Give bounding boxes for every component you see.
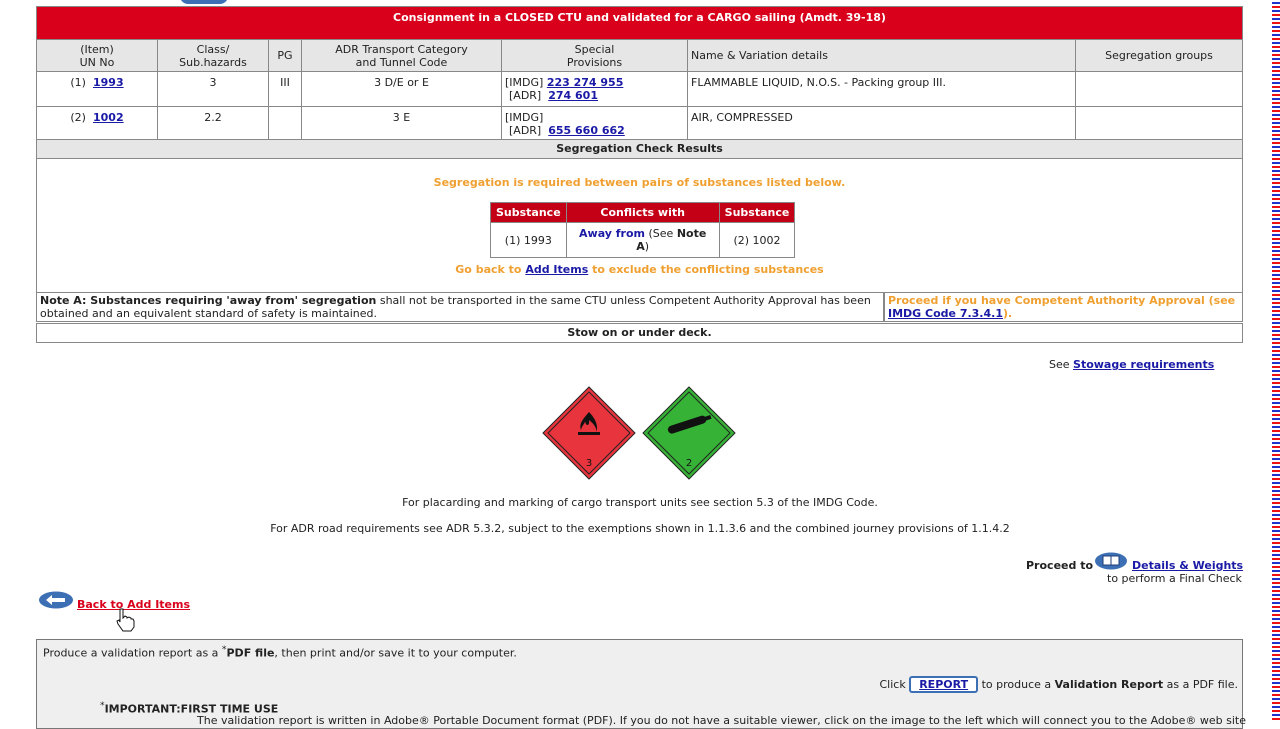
table-row: (1) 1993 Away from (See Note A) (2) 1002 [490, 222, 796, 258]
placarding-text: For placarding and marking of cargo tran… [402, 496, 878, 509]
header-adr: ADR Transport Category and Tunnel Code [301, 39, 502, 72]
special-provisions-cell: [IMDG] 223 274 955 [ADR] 274 601 [501, 71, 688, 107]
class-cell: 3 [157, 71, 269, 107]
report-intro: Produce a validation report as a *PDF fi… [43, 644, 517, 660]
conflict-header-substance1: Substance [490, 202, 567, 223]
adr-requirements-text: For ADR road requirements see ADR 5.3.2,… [270, 522, 1010, 535]
conflict-type-cell: Away from (See Note A) [565, 222, 720, 258]
stowage-line: See Stowage requirements [1049, 358, 1215, 371]
top-nav-button[interactable] [180, 0, 228, 4]
away-from-link[interactable]: Away from [579, 227, 645, 240]
final-check-text: to perform a Final Check [1107, 572, 1242, 585]
pg-cell [268, 106, 302, 142]
hand-cursor-icon [116, 608, 135, 632]
adr-cell: 3 E [301, 106, 502, 142]
un-link-1002[interactable]: 1002 [93, 111, 124, 124]
item-cell: (2) 1002 [36, 106, 158, 142]
name-cell: AIR, COMPRESSED [687, 106, 1076, 142]
segregation-panel: Segregation Check Results Segregation is… [36, 139, 1243, 293]
table-row: (1) 1993 3 III 3 D/E or E [IMDG] 223 274… [36, 71, 1243, 107]
details-weights-link[interactable]: Details & Weights [1132, 559, 1243, 572]
segregation-title: Segregation Check Results [37, 140, 1242, 159]
consignment-table: Consignment in a CLOSED CTU and validate… [36, 6, 1243, 142]
report-pdf-info: The validation report is written in Adob… [197, 714, 1246, 727]
seg-group-cell [1075, 106, 1243, 142]
segregation-required-message: Segregation is required between pairs of… [433, 176, 846, 189]
imdg-code-link[interactable]: IMDG Code 7.3.4.1 [888, 307, 1003, 320]
competent-authority-box: Proceed if you have Competent Authority … [884, 292, 1243, 322]
un-link-1993[interactable]: 1993 [93, 76, 124, 89]
name-cell: FLAMMABLE LIQUID, N.O.S. - Packing group… [687, 71, 1076, 107]
imdg-sp-link[interactable]: 223 274 955 [547, 76, 624, 89]
special-provisions-cell: [IMDG] [ADR] 655 660 662 [501, 106, 688, 142]
table-row: (2) 1002 2.2 3 E [IMDG] [ADR] 655 660 66… [36, 106, 1243, 142]
adr-sp-link[interactable]: 274 601 [548, 89, 598, 102]
item-cell: (1) 1993 [36, 71, 158, 107]
conflict-table: Substance Conflicts with Substance (1) 1… [490, 202, 796, 258]
report-panel: Produce a validation report as a *PDF fi… [36, 639, 1246, 729]
seg-group-cell [1075, 71, 1243, 107]
conflict-substance2: (2) 1002 [718, 222, 796, 258]
class-cell: 2.2 [157, 106, 269, 142]
back-arrow-icon[interactable] [38, 591, 74, 609]
report-button[interactable]: REPORT [909, 676, 979, 693]
conflict-header-substance2: Substance [718, 202, 796, 223]
gas-cylinder-icon: 2 [642, 386, 736, 480]
flame-icon: 3 [542, 386, 636, 480]
conflict-header-conflicts: Conflicts with [565, 202, 720, 223]
header-class: Class/ Sub.hazards [157, 39, 269, 72]
adr-sp-link[interactable]: 655 660 662 [548, 124, 625, 137]
adr-cell: 3 D/E or E [301, 71, 502, 107]
note-a: Note A: Substances requiring 'away from'… [36, 292, 884, 322]
pg-cell: III [268, 71, 302, 107]
add-items-link[interactable]: Add Items [525, 263, 588, 276]
stow-instruction: Stow on or under deck. [36, 323, 1243, 343]
header-pg: PG [268, 39, 302, 72]
stowage-requirements-link[interactable]: Stowage requirements [1073, 358, 1214, 371]
header-item: (Item) UN No [36, 39, 158, 72]
go-back-message: Go back to Add Items to exclude the conf… [455, 263, 824, 276]
svg-text:3: 3 [586, 458, 592, 469]
right-edge-stripe [1272, 0, 1280, 720]
header-special-provisions: Special Provisions [501, 39, 688, 72]
svg-text:2: 2 [686, 458, 692, 469]
header-seg-groups: Segregation groups [1075, 39, 1243, 72]
placard-class2: 2 [642, 386, 736, 483]
consignment-title: Consignment in a CLOSED CTU and validate… [36, 6, 1243, 40]
conflict-substance1: (1) 1993 [490, 222, 567, 258]
details-weights-icon[interactable] [1094, 552, 1128, 570]
placard-class3: 3 [542, 386, 636, 483]
header-name: Name & Variation details [687, 39, 1076, 72]
report-action-line: Click REPORT to produce a Validation Rep… [879, 676, 1238, 693]
